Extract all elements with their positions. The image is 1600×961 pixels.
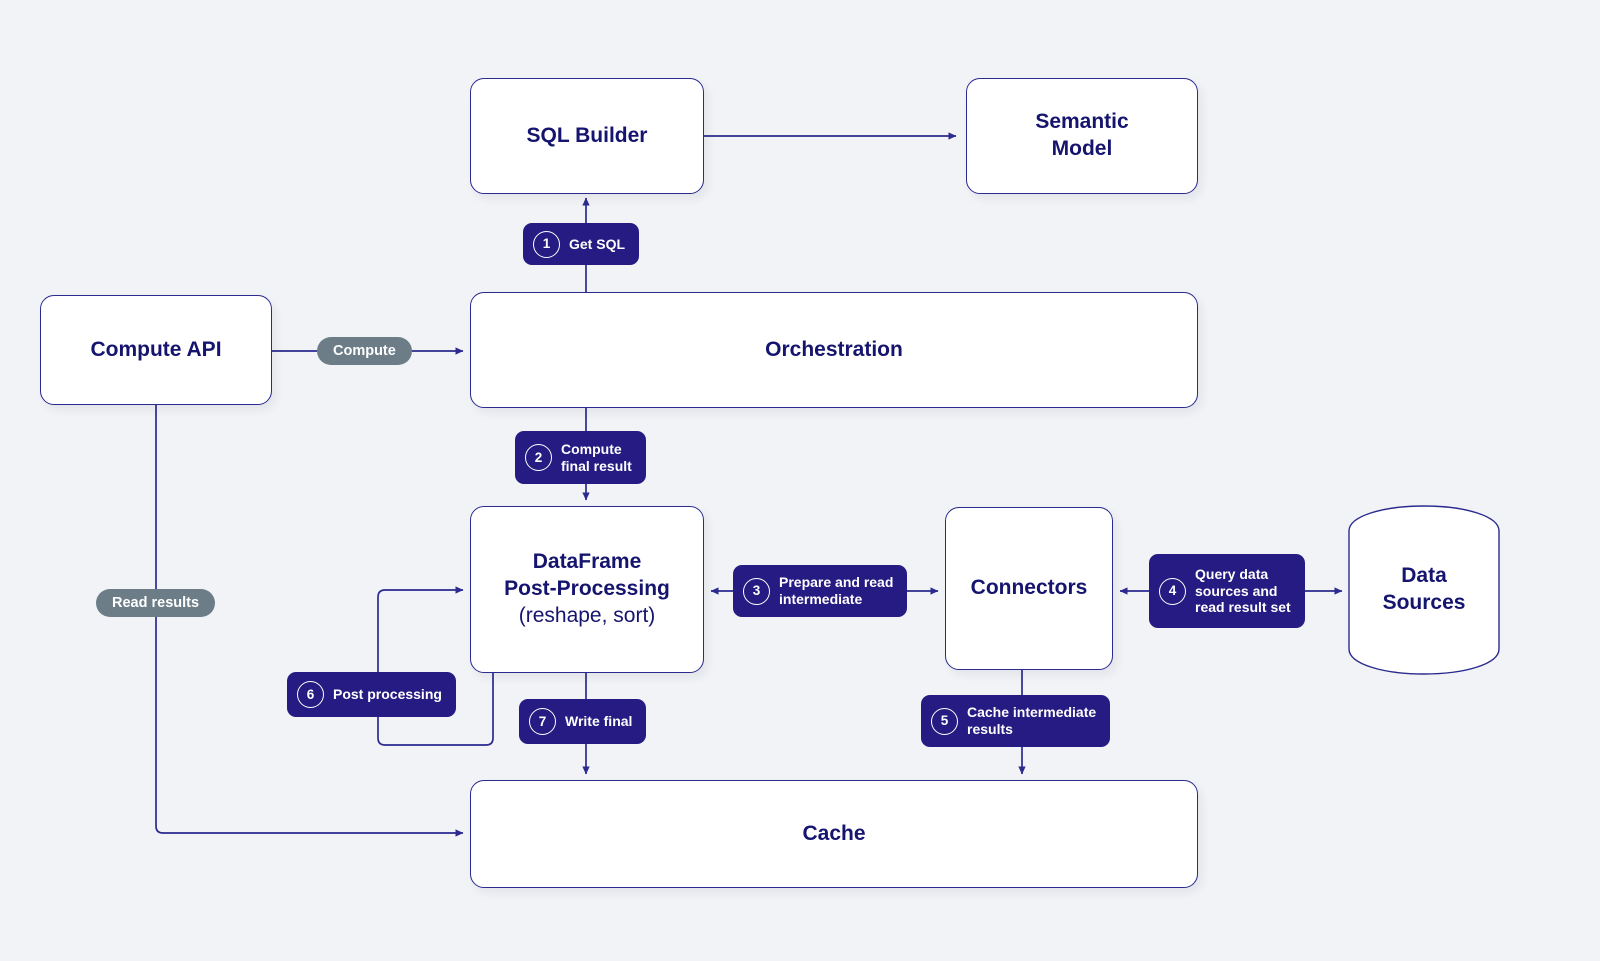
step-badge-3-label: Prepare and read intermediate [779,574,894,607]
step-badge-7: 7 Write final [519,699,647,744]
pill-compute: Compute [317,337,412,365]
node-dataframe-post-processing[interactable]: DataFrame Post-Processing (reshape, sort… [470,506,704,673]
node-sql-builder[interactable]: SQL Builder [470,78,704,194]
node-cache[interactable]: Cache [470,780,1198,888]
node-compute-api[interactable]: Compute API [40,295,272,405]
node-data-sources[interactable]: Data Sources [1348,505,1500,675]
step-badge-4-number: 4 [1159,577,1186,605]
step-badge-1: 1 Get SQL [523,223,640,265]
step-badge-2-number: 2 [525,444,552,471]
node-dataframe-line3: (reshape, sort) [518,603,656,627]
step-badge-1-number: 1 [533,230,560,258]
node-orchestration[interactable]: Orchestration [470,292,1198,408]
step-badge-1-label: Get SQL [569,235,626,252]
step-badge-2: 2 Compute final result [515,431,646,484]
node-compute-api-label: Compute API [90,337,222,361]
node-semantic-model[interactable]: Semantic Model [966,78,1198,194]
pill-read-results-label: Read results [112,595,200,611]
node-data-sources-line2: Sources [1382,591,1466,614]
step-badge-5: 5 Cache intermediate results [921,695,1111,747]
step-badge-5-number: 5 [931,707,958,735]
node-dataframe-line1: DataFrame [532,550,642,574]
step-badge-3: 3 Prepare and read intermediate [733,565,908,617]
step-badge-4: 4 Query data sources and read result set [1149,554,1305,628]
step-badge-2-label: Compute final result [561,440,632,474]
node-connectors-label: Connectors [970,576,1088,600]
diagram-canvas: SQL Builder Semantic Model Compute API O… [0,0,1600,961]
step-badge-4-label: Query data sources and read result set [1195,565,1291,616]
node-sql-builder-label: SQL Builder [526,123,648,147]
node-data-sources-line1: Data [1401,564,1447,588]
node-semantic-model-line2: Model [1051,137,1113,160]
step-badge-7-number: 7 [529,708,556,735]
node-connectors[interactable]: Connectors [945,507,1113,670]
node-semantic-model-line1: Semantic [1035,110,1129,134]
step-badge-3-number: 3 [743,577,770,605]
step-badge-5-label: Cache intermediate results [967,704,1097,737]
node-orchestration-label: Orchestration [765,337,903,361]
pill-read-results: Read results [96,589,216,617]
step-badge-6-number: 6 [297,681,324,708]
step-badge-6: 6 Post processing [287,672,456,717]
node-cache-label: Cache [802,821,866,845]
step-badge-6-label: Post processing [333,686,442,703]
step-badge-7-label: Write final [565,713,633,730]
pill-compute-label: Compute [333,343,396,359]
node-dataframe-line2: Post-Processing [504,577,670,601]
